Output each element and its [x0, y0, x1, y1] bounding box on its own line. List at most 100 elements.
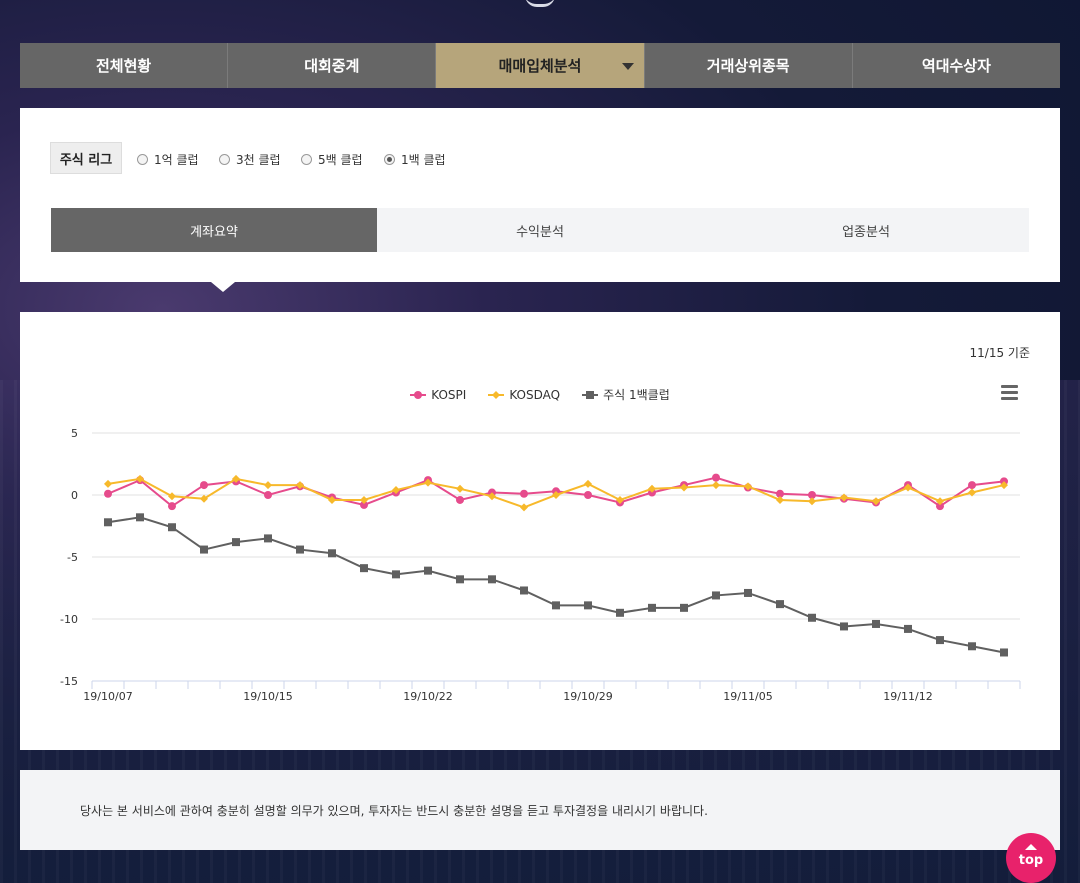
- radio-icon: [137, 154, 148, 165]
- data-point-club: [808, 613, 816, 622]
- notice-text: 당사는 본 서비스에 관하여 충분히 설명할 의무가 있으며, 투자자는 반드시…: [80, 804, 708, 818]
- data-point-club: [904, 624, 912, 633]
- x-tick-label: 19/11/05: [723, 690, 772, 703]
- tab-label: 매매입체분석: [498, 57, 582, 75]
- tab-trading-analysis[interactable]: 매매입체분석: [436, 43, 645, 88]
- data-point-club: [520, 586, 528, 595]
- data-point-club: [776, 600, 784, 609]
- circle-marker-icon: [410, 390, 427, 399]
- x-tick-label: 19/10/29: [563, 690, 612, 703]
- x-tick-label: 19/10/22: [403, 690, 452, 703]
- y-tick-label: 5: [71, 427, 78, 440]
- diamond-marker-icon: [488, 390, 505, 399]
- data-point-club: [968, 642, 976, 651]
- data-point-club: [744, 588, 752, 597]
- data-point-club: [584, 601, 592, 610]
- main-nav: 전체현황 대회중계 매매입체분석 거래상위종목 역대수상자: [20, 43, 1061, 88]
- tab-label: 거래상위종목: [706, 57, 790, 75]
- data-point-kosdaq: [456, 484, 464, 493]
- data-point-club: [104, 518, 112, 527]
- data-point-kosdaq: [808, 497, 816, 506]
- y-tick-label: -5: [67, 551, 78, 564]
- tab-top-traded[interactable]: 거래상위종목: [644, 43, 853, 88]
- tab-past-winners[interactable]: 역대수상자: [852, 43, 1061, 88]
- data-point-kospi: [264, 491, 272, 499]
- chevron-down-icon: [621, 63, 634, 70]
- active-tab-pointer: [211, 282, 235, 292]
- legend-item-club[interactable]: 주식 1백클럽: [582, 386, 670, 403]
- data-point-club: [840, 622, 848, 631]
- data-point-club: [680, 603, 688, 612]
- data-point-kospi: [456, 495, 464, 504]
- data-point-kosdaq: [520, 503, 528, 512]
- legend-label: 주식 1백클럽: [603, 388, 670, 402]
- line-chart: 5 0 -5 -10 -15 19/10/07 19/10/15 19/10/22 19/10/…: [60, 427, 1021, 703]
- x-tick-label: 19/10/07: [83, 690, 132, 703]
- radio-30m-club[interactable]: 3천 클럽: [219, 151, 281, 168]
- data-point-club: [616, 608, 624, 617]
- data-point-kosdaq: [776, 495, 784, 504]
- y-tick-label: -15: [60, 675, 78, 688]
- x-tick-label: 19/11/12: [883, 690, 932, 703]
- data-point-club: [712, 591, 720, 600]
- league-button[interactable]: 주식 리그: [50, 142, 122, 174]
- radio-icon: [219, 154, 230, 165]
- data-point-club: [488, 575, 496, 584]
- data-point-club: [936, 636, 944, 645]
- data-point-kospi: [712, 473, 720, 482]
- hamburger-menu-icon[interactable]: [1001, 385, 1018, 400]
- data-point-club: [168, 523, 176, 532]
- data-point-club: [456, 575, 464, 584]
- legend-item-kosdaq[interactable]: KOSDAQ: [488, 386, 560, 403]
- y-tick-label: 0: [71, 489, 78, 502]
- data-point-club: [424, 566, 432, 575]
- radio-1m-club[interactable]: 1백 클럽: [384, 151, 446, 168]
- tab-label: 전체현황: [96, 57, 152, 75]
- data-point-club: [136, 513, 144, 522]
- data-point-club: [232, 538, 240, 547]
- square-marker-icon: [582, 390, 599, 399]
- filter-panel: 주식 리그 1억 클럽 3천 클럽 5백 클럽 1백 클럽 계좌요약 수익분석 …: [20, 108, 1060, 292]
- data-point-club: [552, 601, 560, 610]
- as-of-date: 11/15 기준: [969, 346, 1030, 360]
- y-tick-label: -10: [60, 613, 78, 626]
- data-point-club: [264, 534, 272, 543]
- radio-icon: [301, 154, 312, 165]
- chart-legend: KOSPI KOSDAQ 주식 1백클럽: [20, 386, 1060, 403]
- tab-label: 대회중계: [304, 57, 360, 75]
- data-point-club: [872, 619, 880, 628]
- tab-account-summary[interactable]: 계좌요약: [51, 208, 377, 252]
- radio-5m-club[interactable]: 5백 클럽: [301, 151, 363, 168]
- legend-label: KOSDAQ: [509, 387, 561, 402]
- scroll-top-button[interactable]: top: [1006, 833, 1056, 883]
- data-point-kosdaq: [712, 481, 720, 490]
- data-point-kospi: [104, 489, 112, 498]
- tab-profit-analysis[interactable]: 수익분석: [377, 208, 703, 252]
- data-point-kospi: [968, 481, 976, 490]
- tab-live[interactable]: 대회중계: [228, 43, 437, 88]
- legend-item-kospi[interactable]: KOSPI: [410, 386, 466, 403]
- data-point-kospi: [584, 491, 592, 499]
- data-point-kosdaq: [584, 479, 592, 488]
- data-point-club: [296, 545, 304, 554]
- radio-label: 3천 클럽: [236, 153, 281, 167]
- radio-label: 1백 클럽: [401, 153, 446, 167]
- header-logo-fragment: [525, 0, 555, 7]
- notice-panel: 당사는 본 서비스에 관하여 충분히 설명할 의무가 있으며, 투자자는 반드시…: [20, 770, 1060, 850]
- tab-label: 역대수상자: [921, 57, 991, 75]
- data-point-kosdaq: [264, 481, 272, 490]
- tab-overview[interactable]: 전체현황: [20, 43, 229, 88]
- radio-label: 5백 클럽: [318, 153, 363, 167]
- top-label: top: [1018, 853, 1044, 868]
- data-point-club: [648, 603, 656, 612]
- data-point-kospi: [168, 502, 176, 511]
- data-point-club: [360, 564, 368, 573]
- data-point-kosdaq: [104, 479, 112, 488]
- data-point-club: [392, 570, 400, 579]
- radio-selected-icon: [384, 154, 395, 165]
- tab-sector-analysis[interactable]: 업종분석: [703, 208, 1029, 252]
- data-point-kosdaq: [168, 492, 176, 501]
- data-point-kospi: [200, 481, 208, 490]
- data-point-club: [328, 549, 336, 558]
- radio-100m-club[interactable]: 1억 클럽: [137, 151, 199, 168]
